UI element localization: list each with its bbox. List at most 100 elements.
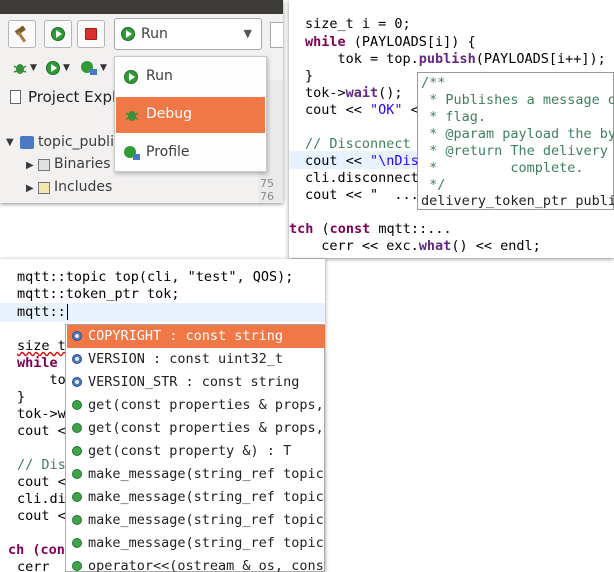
code-line: tok->wait(); [305, 85, 403, 101]
tree-expand-icon[interactable]: ▼ [6, 137, 14, 148]
launch-target-combo[interactable] [270, 22, 283, 48]
includes-icon [38, 182, 50, 194]
function-icon [72, 561, 82, 571]
project-folder-icon [20, 136, 34, 149]
doc-line: * complete. [421, 160, 584, 176]
code-line: mqtt::topic top(cli, "test", QOS); [17, 269, 294, 285]
launch-mode-combo[interactable]: Run ▼ [114, 18, 262, 50]
code-line: // Dis [17, 457, 66, 473]
code-line: cli.di [17, 491, 66, 507]
function-icon [72, 538, 82, 548]
code-line: cout < [17, 508, 66, 524]
function-icon [72, 515, 82, 525]
hammer-icon [14, 25, 27, 43]
completion-item[interactable]: make_message(string_ref topic, con [67, 509, 325, 532]
chevron-down-icon[interactable]: ▼ [63, 63, 70, 73]
code-line: cerr [17, 559, 50, 572]
play-icon [51, 27, 65, 41]
completion-item[interactable]: get(const properties & props, enum [67, 394, 325, 417]
doc-line: */ [421, 177, 446, 193]
tree-item-includes[interactable]: Includes [54, 179, 112, 195]
autocomplete-popup: COPYRIGHT : const string VERSION : const… [65, 324, 325, 572]
menu-item-debug[interactable]: Debug [116, 97, 265, 133]
code-line[interactable]: mqtt:: [17, 304, 68, 320]
code-line: } [305, 68, 314, 84]
doc-line: * Publishes a message o [421, 92, 614, 108]
code-line: size_t i = 0; [305, 16, 411, 32]
code-editor-hover-panel: size_t i = 0; while (PAYLOADS[i]) { tok … [289, 0, 614, 258]
function-icon [72, 469, 82, 479]
completion-item[interactable]: get(const property &) : T [67, 440, 325, 463]
code-line: cli.disconnect [305, 170, 419, 186]
completion-item[interactable]: operator<<(ostream & os, const buf [67, 555, 325, 572]
menu-item-label: Profile [146, 144, 190, 160]
menu-item-label: Debug [146, 106, 193, 122]
chevron-down-icon: ▼ [243, 27, 252, 40]
code-line: mqtt::token_ptr tok; [17, 286, 180, 302]
project-explorer-title[interactable]: Project Explo [28, 88, 125, 106]
line-number: 76 [260, 190, 274, 203]
run-toolbar-panel: Run ▼ ▼ ▼ ▼ Project Explo ▼ topic_publi … [0, 0, 283, 203]
profile-icon [124, 146, 140, 160]
play-icon [124, 70, 138, 84]
completion-item[interactable]: VERSION : const uint32_t [67, 348, 325, 371]
doc-line: * flag. [421, 109, 487, 125]
launch-mode-menu: Run Debug Profile [114, 56, 267, 172]
code-line: tok = top.publish(PAYLOADS[i++]); [305, 51, 606, 67]
completion-item[interactable]: COPYRIGHT : const string [67, 325, 325, 348]
code-line: while (PAYLOADS[i]) { [305, 34, 476, 50]
chevron-down-icon[interactable]: ▼ [100, 63, 107, 73]
code-line: tch (const mqtt::... [289, 221, 452, 237]
static-field-icon [72, 331, 82, 341]
tree-collapse-icon[interactable]: ▶ [26, 183, 34, 194]
function-icon [72, 492, 82, 502]
hover-doc-tooltip: /** * Publishes a message o * flag. * @p… [417, 72, 614, 210]
bug-icon [125, 111, 139, 121]
window-top-bar [0, 0, 283, 14]
function-icon [72, 446, 82, 456]
text-caret [66, 304, 68, 320]
doc-signature: delivery_token_ptr publi [421, 193, 614, 209]
function-icon [72, 400, 82, 410]
function-icon [72, 423, 82, 433]
completion-item[interactable]: VERSION_STR : const string [67, 371, 325, 394]
run-history-icon[interactable] [46, 61, 60, 75]
completion-item[interactable]: make_message(string_ref topic, con [67, 532, 325, 555]
code-line: } [17, 389, 26, 405]
code-line: cout << "\nDis [305, 153, 419, 169]
doc-line: * @return The delivery [421, 143, 608, 159]
profile-icon[interactable] [80, 60, 98, 80]
build-button[interactable] [8, 20, 36, 48]
code-line: cout < [17, 423, 66, 439]
code-line: size t [17, 338, 66, 354]
code-line: cout < [17, 474, 66, 490]
stop-icon [85, 28, 97, 40]
code-line: // Disconnect [305, 136, 411, 152]
code-line: tok->w [17, 406, 66, 422]
debug-bug-icon[interactable] [12, 60, 28, 80]
completion-item[interactable]: make_message(string_ref topic, bin [67, 463, 325, 486]
menu-item-profile[interactable]: Profile [116, 135, 265, 171]
static-field-icon [72, 377, 82, 387]
completion-item[interactable]: make_message(string_ref topic, bin [67, 486, 325, 509]
doc-line: /** [421, 75, 446, 91]
code-line: cout << " ... [305, 187, 419, 203]
code-line: cerr << exc.what() << endl; [305, 238, 541, 254]
static-field-icon [72, 354, 82, 364]
code-line: to [17, 372, 66, 388]
play-icon [121, 27, 135, 41]
chevron-down-icon[interactable]: ▼ [30, 63, 37, 73]
line-number: 75 [260, 177, 274, 190]
stop-button[interactable] [77, 20, 105, 48]
code-line: cout << "OK" < [305, 102, 419, 118]
code-line: ch (con [8, 542, 65, 558]
tree-collapse-icon[interactable]: ▶ [26, 160, 34, 171]
launch-mode-label: Run [141, 26, 168, 42]
tree-item-binaries[interactable]: Binaries [54, 156, 111, 172]
project-explorer-icon [10, 90, 21, 104]
code-completion-panel: mqtt::topic top(cli, "test", QOS); mqtt:… [0, 259, 325, 572]
project-name[interactable]: topic_publi [38, 134, 114, 150]
completion-item[interactable]: get(const properties & props, enum [67, 417, 325, 440]
run-button[interactable] [44, 20, 72, 48]
menu-item-run[interactable]: Run [116, 59, 265, 95]
